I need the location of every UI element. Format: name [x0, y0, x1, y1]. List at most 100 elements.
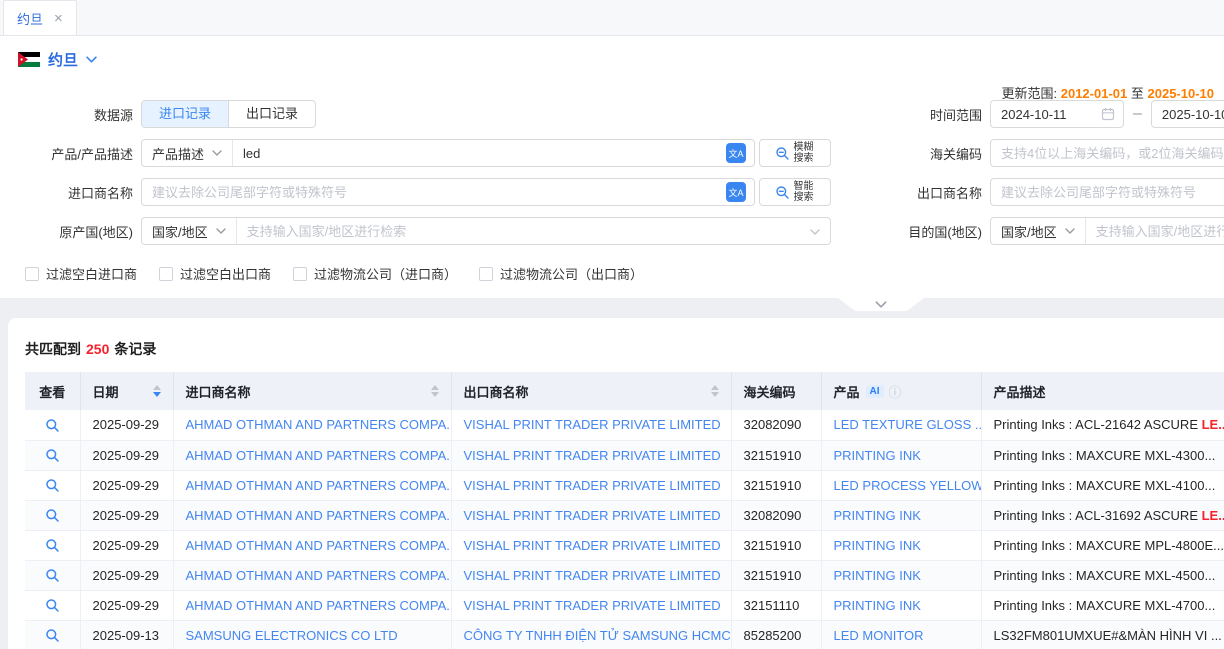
cell-product-description: Printing Inks : ACL-21642 ASCURE LE...: [981, 410, 1224, 440]
product-search-input[interactable]: [233, 146, 726, 161]
result-count-suffix: 条记录: [114, 341, 156, 357]
checkbox-filter-blank-exporter[interactable]: 过滤空白出口商: [159, 264, 271, 283]
cell-exporter-link[interactable]: VISHAL PRINT TRADER PRIVATE LIMITED: [464, 538, 721, 553]
cell-product-link[interactable]: LED TEXTURE GLOSS ...: [834, 417, 982, 432]
fuzzy-search-button[interactable]: 模糊搜索: [759, 139, 831, 167]
table-header-row: 查看日期进口商名称出口商名称海关编码产品AIⓘ产品描述: [25, 372, 1224, 410]
cell-hs-code: 85285200: [731, 620, 821, 649]
date-start-input[interactable]: [991, 107, 1101, 122]
cell-product-link[interactable]: LED MONITOR: [834, 628, 924, 643]
cell-importer-link[interactable]: AHMAD OTHMAN AND PARTNERS COMPA...: [186, 568, 452, 583]
cell-importer-link[interactable]: AHMAD OTHMAN AND PARTNERS COMPA...: [186, 478, 452, 493]
cell-exporter-link[interactable]: VISHAL PRINT TRADER PRIVATE LIMITED: [464, 508, 721, 523]
view-record-search-icon[interactable]: [45, 598, 60, 613]
cell-exporter-link[interactable]: VISHAL PRINT TRADER PRIVATE LIMITED: [464, 448, 721, 463]
chevron-down-icon: [216, 228, 226, 234]
checkbox-filter-blank-importer[interactable]: 过滤空白进口商: [25, 264, 137, 283]
destination-country-select[interactable]: 国家/地区: [991, 218, 1086, 244]
column-label: 进口商名称: [186, 382, 251, 401]
cell-importer-link[interactable]: AHMAD OTHMAN AND PARTNERS COMPA...: [186, 508, 452, 523]
cell-product-link[interactable]: PRINTING INK: [834, 568, 921, 583]
view-record-search-icon[interactable]: [45, 508, 60, 523]
cell-exporter-link[interactable]: CÔNG TY TNHH ĐIỆN TỬ SAMSUNG HCMC...: [464, 628, 732, 643]
sort-icons[interactable]: [431, 385, 439, 397]
chevron-down-icon: [875, 301, 887, 308]
date-end-picker[interactable]: [1151, 100, 1224, 128]
jordan-flag-icon: [18, 52, 40, 67]
cell-importer-link[interactable]: SAMSUNG ELECTRONICS CO LTD: [186, 628, 398, 643]
hs-code-field[interactable]: [990, 139, 1224, 167]
sort-icons[interactable]: [153, 385, 161, 397]
date-start-picker[interactable]: [990, 100, 1124, 128]
origin-country-input[interactable]: [237, 224, 810, 239]
product-type-select[interactable]: 产品描述: [142, 140, 233, 166]
column-label: 出口商名称: [464, 382, 529, 401]
view-record-search-icon[interactable]: [45, 568, 60, 583]
table-row: 2025-09-29AHMAD OTHMAN AND PARTNERS COMP…: [25, 500, 1224, 530]
view-record-search-icon[interactable]: [45, 478, 60, 493]
translate-icon[interactable]: 文A: [726, 143, 746, 163]
checkbox-icon: [479, 267, 493, 281]
cell-product-link[interactable]: PRINTING INK: [834, 508, 921, 523]
view-record-search-icon[interactable]: [45, 628, 60, 643]
importer-input[interactable]: [142, 185, 726, 200]
exporter-input[interactable]: [991, 185, 1224, 200]
info-icon[interactable]: ⓘ: [889, 382, 902, 401]
view-record-search-icon[interactable]: [45, 538, 60, 553]
cell-exporter-link[interactable]: VISHAL PRINT TRADER PRIVATE LIMITED: [464, 568, 721, 583]
country-selector[interactable]: 约旦: [18, 49, 97, 70]
translate-icon[interactable]: 文A: [726, 182, 746, 202]
checkbox-filter-logistics-exporter[interactable]: 过滤物流公司（出口商）: [479, 264, 643, 283]
cell-date: 2025-09-29: [80, 410, 173, 440]
country-name: 约旦: [48, 49, 78, 70]
tab-jordan[interactable]: 约旦 ×: [3, 0, 77, 35]
cell-exporter-link[interactable]: VISHAL PRINT TRADER PRIVATE LIMITED: [464, 478, 721, 493]
cell-product-description: Printing Inks : MAXCURE MXL-4700...: [981, 590, 1224, 620]
cell-hs-code: 32082090: [731, 500, 821, 530]
product-input-group: 产品描述 文A: [141, 139, 755, 167]
cell-exporter-link[interactable]: VISHAL PRINT TRADER PRIVATE LIMITED: [464, 417, 721, 432]
cell-product-link[interactable]: LED PROCESS YELLOW...: [834, 478, 982, 493]
checkbox-filter-logistics-importer[interactable]: 过滤物流公司（进口商）: [293, 264, 457, 283]
toggle-export-records[interactable]: 出口记录: [228, 101, 315, 127]
table-row: 2025-09-29AHMAD OTHMAN AND PARTNERS COMP…: [25, 590, 1224, 620]
smart-search-label: 智能搜索: [794, 181, 816, 203]
hs-code-input[interactable]: [991, 146, 1224, 161]
cell-exporter-link[interactable]: VISHAL PRINT TRADER PRIVATE LIMITED: [464, 598, 721, 613]
sort-desc-icon: [431, 392, 439, 397]
cell-importer-link[interactable]: AHMAD OTHMAN AND PARTNERS COMPA...: [186, 538, 452, 553]
cell-product-link[interactable]: PRINTING INK: [834, 538, 921, 553]
destination-country-input[interactable]: [1086, 224, 1224, 239]
cell-importer-link[interactable]: AHMAD OTHMAN AND PARTNERS COMPA...: [186, 598, 452, 613]
update-range-label: 更新范围:: [1001, 86, 1057, 101]
column-label: 产品: [834, 382, 860, 401]
column-header-exporter[interactable]: 出口商名称: [451, 372, 731, 410]
cell-product-link[interactable]: PRINTING INK: [834, 448, 921, 463]
sort-icons[interactable]: [711, 385, 719, 397]
importer-input-group: 文A: [141, 178, 755, 206]
view-record-search-icon[interactable]: [45, 418, 60, 433]
chevron-down-icon: [86, 56, 97, 63]
time-range-label: 时间范围: [845, 105, 990, 124]
table-row: 2025-09-29AHMAD OTHMAN AND PARTNERS COMP…: [25, 470, 1224, 500]
result-count-number: 250: [86, 341, 109, 357]
cell-importer-link[interactable]: AHMAD OTHMAN AND PARTNERS COMPA...: [186, 417, 452, 432]
toggle-import-records[interactable]: 进口记录: [142, 101, 228, 127]
cell-hs-code: 32151910: [731, 470, 821, 500]
date-end-input[interactable]: [1152, 107, 1224, 122]
tab-close-icon[interactable]: ×: [54, 11, 63, 26]
column-header-date[interactable]: 日期: [80, 372, 173, 410]
cell-hs-code: 32151910: [731, 560, 821, 590]
smart-search-button[interactable]: 智能搜索: [759, 178, 831, 206]
data-source-toggle: 进口记录 出口记录: [141, 100, 316, 128]
hs-code-label: 海关编码: [845, 144, 990, 163]
column-label: 查看: [39, 382, 65, 401]
cell-product-link[interactable]: PRINTING INK: [834, 598, 921, 613]
origin-country-select[interactable]: 国家/地区: [142, 218, 237, 244]
checkbox-icon: [25, 267, 39, 281]
view-record-search-icon[interactable]: [45, 448, 60, 463]
exporter-field[interactable]: [990, 178, 1224, 206]
cell-importer-link[interactable]: AHMAD OTHMAN AND PARTNERS COMPA...: [186, 448, 452, 463]
column-header-importer[interactable]: 进口商名称: [173, 372, 451, 410]
update-range-start: 2012-01-01: [1061, 86, 1128, 101]
